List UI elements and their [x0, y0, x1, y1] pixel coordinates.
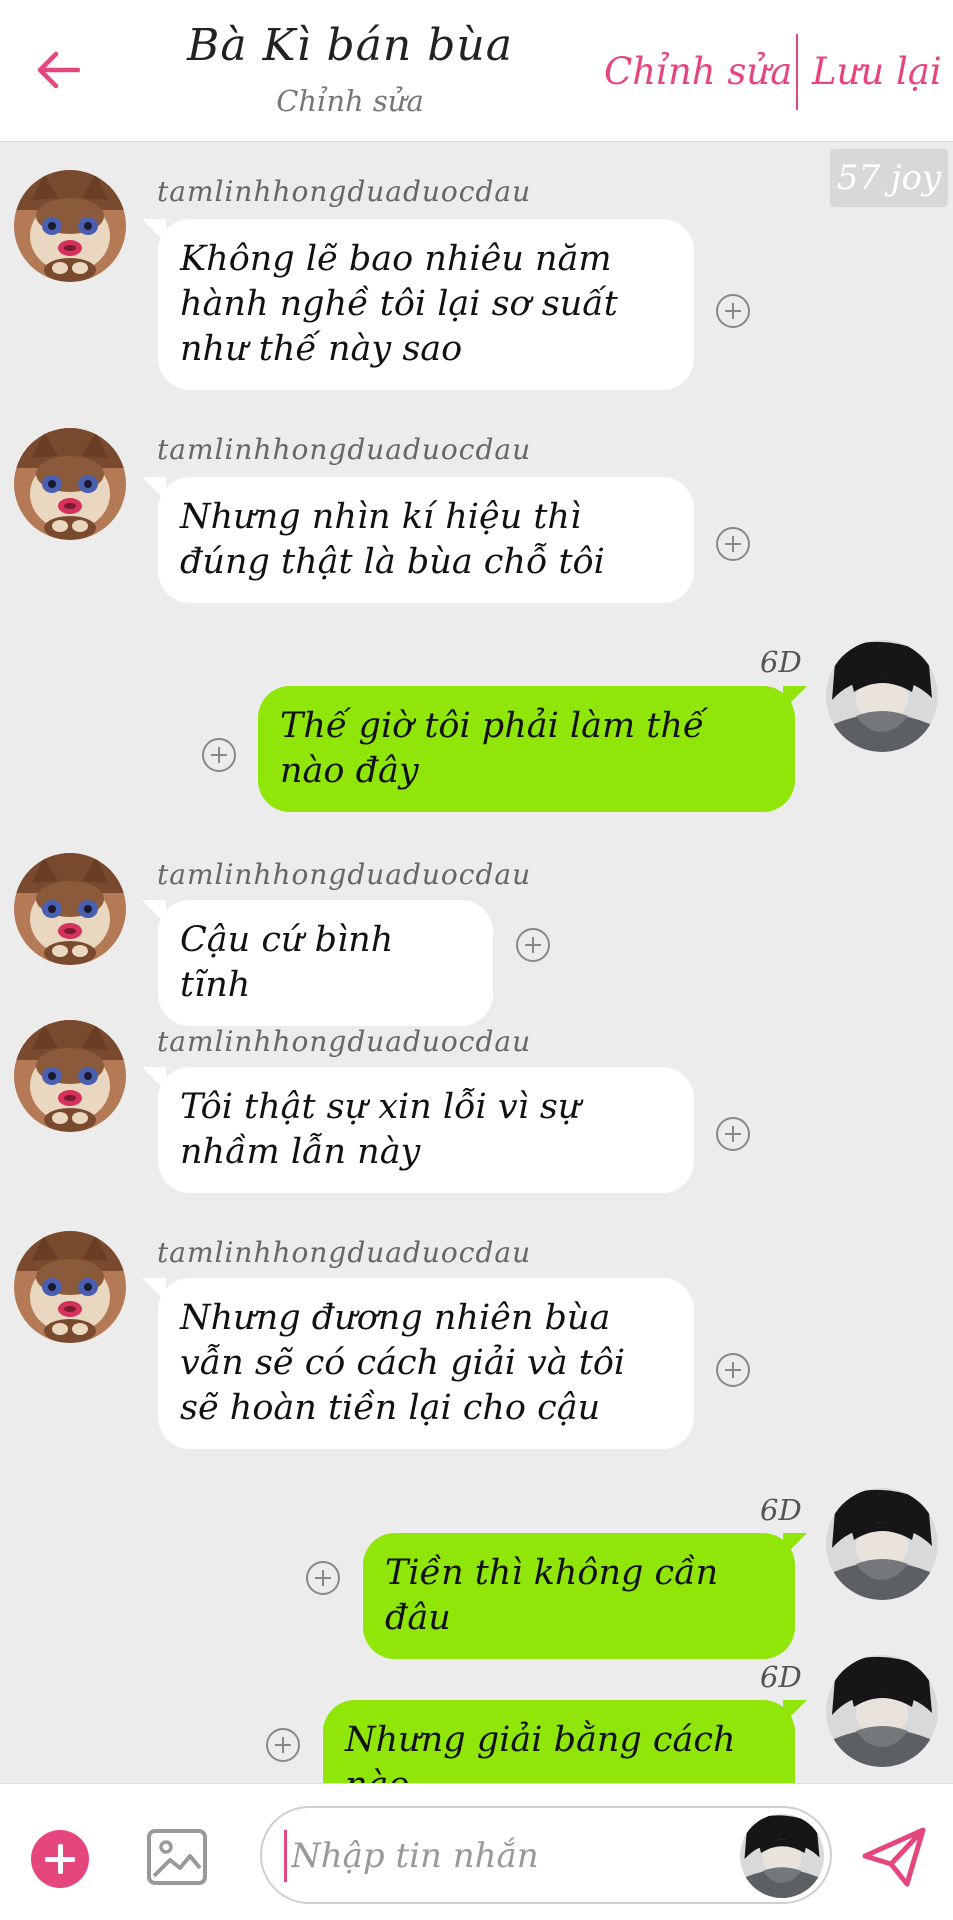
user-avatar[interactable]: [826, 1488, 938, 1600]
message-bubble-outgoing[interactable]: Thế giờ tôi phải làm thế nào đây: [258, 686, 795, 812]
message-bubble-incoming[interactable]: Cậu cứ bình tĩnh: [158, 900, 493, 1026]
header-divider: [796, 34, 798, 110]
user-avatar[interactable]: [826, 640, 938, 752]
contact-avatar[interactable]: [14, 853, 126, 965]
sender-name: tamlinhhongduaduocdau: [157, 858, 532, 891]
message-bubble-incoming[interactable]: Không lẽ bao nhiêu năm hành nghề tôi lại…: [158, 219, 694, 390]
add-reaction-icon[interactable]: [716, 294, 750, 328]
message-bubble-incoming[interactable]: Nhưng nhìn kí hiệu thì đúng thật là bùa …: [158, 477, 694, 603]
sender-name: tamlinhhongduaduocdau: [157, 1025, 532, 1058]
message-bubble-incoming[interactable]: Nhưng đương nhiên bùa vẫn sẽ có cách giả…: [158, 1278, 694, 1449]
sender-name: tamlinhhongduaduocdau: [157, 433, 532, 466]
sender-name: tamlinhhongduaduocdau: [157, 175, 532, 208]
add-reaction-icon[interactable]: [266, 1728, 300, 1762]
send-icon: [862, 1827, 926, 1887]
send-button[interactable]: [861, 1826, 927, 1888]
contact-avatar[interactable]: [14, 170, 126, 282]
add-reaction-icon[interactable]: [516, 928, 550, 962]
save-button[interactable]: Lưu lại: [812, 50, 942, 93]
user-avatar[interactable]: [826, 1655, 938, 1767]
add-reaction-icon[interactable]: [202, 738, 236, 772]
message-input[interactable]: [284, 1830, 714, 1882]
chat-header: Bà Kì bán bùa Chỉnh sửa Chỉnh sửa Lưu lạ…: [0, 0, 953, 142]
add-reaction-icon[interactable]: [306, 1561, 340, 1595]
chat-area[interactable]: 57 joy tamlinhhongduaduocdau Không lẽ ba…: [0, 143, 953, 1826]
input-avatar[interactable]: [740, 1814, 824, 1898]
image-button[interactable]: [146, 1828, 208, 1886]
message-bubble-outgoing[interactable]: Tiền thì không cần đâu: [363, 1533, 795, 1659]
chat-title: Bà Kì bán bùa: [187, 20, 513, 71]
arrow-left-icon: [37, 51, 80, 89]
contact-avatar[interactable]: [14, 1020, 126, 1132]
plus-circle-icon[interactable]: [31, 1830, 89, 1888]
chat-subtitle: Chỉnh sửa: [276, 84, 424, 118]
image-icon: [147, 1829, 207, 1885]
message-status: 6D: [760, 1660, 802, 1694]
joy-badge: 57 joy: [830, 149, 948, 207]
add-reaction-icon[interactable]: [716, 1353, 750, 1387]
back-button[interactable]: [26, 38, 90, 102]
message-bubble-incoming[interactable]: Tôi thật sự xin lỗi vì sự nhầm lẫn này: [158, 1067, 694, 1193]
add-reaction-icon[interactable]: [716, 527, 750, 561]
message-status: 6D: [760, 1493, 802, 1527]
contact-avatar[interactable]: [14, 1231, 126, 1343]
edit-button[interactable]: Chỉnh sửa: [604, 50, 792, 93]
contact-avatar[interactable]: [14, 428, 126, 540]
add-reaction-icon[interactable]: [716, 1117, 750, 1151]
message-status: 6D: [760, 645, 802, 679]
sender-name: tamlinhhongduaduocdau: [157, 1236, 532, 1269]
message-input-wrapper: [260, 1806, 832, 1904]
composer-bar: [0, 1783, 953, 1920]
